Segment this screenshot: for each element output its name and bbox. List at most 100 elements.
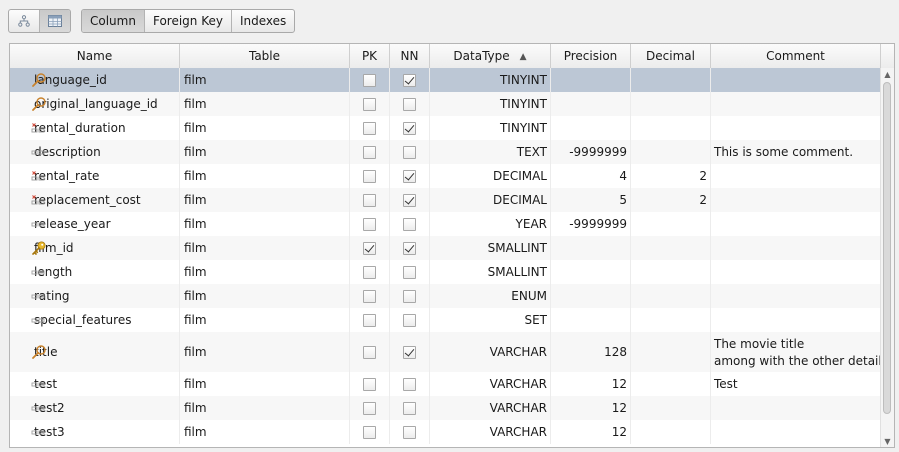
cell-name[interactable]: original_language_id (10, 92, 180, 116)
vertical-scrollbar[interactable]: ▲ ▼ (880, 68, 894, 447)
column-header-table[interactable]: Table (180, 44, 350, 68)
cell-datatype[interactable]: TEXT (430, 140, 551, 164)
cell-nn[interactable] (390, 284, 430, 308)
cell-pk[interactable] (350, 396, 390, 420)
table-row[interactable]: special_features film SET (10, 308, 881, 332)
cell-nn[interactable] (390, 92, 430, 116)
cell-datatype[interactable]: ENUM (430, 284, 551, 308)
cell-name[interactable]: test3 (10, 420, 180, 444)
cell-table[interactable]: film (180, 372, 350, 396)
cell-decimal[interactable] (631, 260, 711, 284)
table-row[interactable]: title film VARCHAR 128 The movie title among … (10, 332, 881, 372)
cell-pk[interactable] (350, 140, 390, 164)
cell-table[interactable]: film (180, 116, 350, 140)
cell-precision[interactable]: 12 (551, 372, 631, 396)
nn-checkbox[interactable] (403, 217, 416, 231)
pk-checkbox[interactable] (363, 169, 376, 183)
cell-precision[interactable] (551, 116, 631, 140)
column-header-pk[interactable]: PK (350, 44, 390, 68)
cell-nn[interactable] (390, 116, 430, 140)
pk-checkbox[interactable] (363, 377, 376, 391)
cell-pk[interactable] (350, 164, 390, 188)
cell-pk[interactable] (350, 308, 390, 332)
column-header-comment[interactable]: Comment (711, 44, 881, 68)
cell-precision[interactable]: 128 (551, 332, 631, 372)
cell-table[interactable]: film (180, 188, 350, 212)
cell-datatype[interactable]: SET (430, 308, 551, 332)
cell-comment[interactable] (711, 188, 881, 212)
nn-checkbox[interactable] (403, 425, 416, 439)
cell-decimal[interactable] (631, 116, 711, 140)
table-row[interactable]: original_language_id film TINYINT (10, 92, 881, 116)
cell-datatype[interactable]: SMALLINT (430, 236, 551, 260)
cell-datatype[interactable]: DECIMAL (430, 188, 551, 212)
cell-comment[interactable]: This is some comment. (711, 140, 881, 164)
table-row[interactable]: replacement_cost film DECIMAL 5 2 (10, 188, 881, 212)
nn-checkbox[interactable] (403, 377, 416, 391)
table-row[interactable]: test film VARCHAR 12 Test (10, 372, 881, 396)
cell-nn[interactable] (390, 396, 430, 420)
column-header-name[interactable]: Name (10, 44, 180, 68)
cell-precision[interactable]: 12 (551, 420, 631, 444)
nn-checkbox[interactable] (403, 169, 416, 183)
cell-table[interactable]: film (180, 332, 350, 372)
cell-nn[interactable] (390, 236, 430, 260)
nn-checkbox[interactable] (403, 121, 416, 135)
cell-nn[interactable] (390, 212, 430, 236)
grid-view-button[interactable] (40, 10, 70, 32)
cell-comment[interactable] (711, 236, 881, 260)
cell-comment[interactable] (711, 212, 881, 236)
cell-nn[interactable] (390, 68, 430, 92)
cell-pk[interactable] (350, 188, 390, 212)
cell-decimal[interactable] (631, 212, 711, 236)
table-row[interactable]: rental_rate film DECIMAL 4 2 (10, 164, 881, 188)
cell-comment[interactable] (711, 284, 881, 308)
nn-checkbox[interactable] (403, 73, 416, 87)
nn-checkbox[interactable] (403, 401, 416, 415)
cell-datatype[interactable]: VARCHAR (430, 332, 551, 372)
cell-table[interactable]: film (180, 236, 350, 260)
cell-decimal[interactable] (631, 420, 711, 444)
cell-nn[interactable] (390, 332, 430, 372)
cell-pk[interactable] (350, 260, 390, 284)
column-header-decimal[interactable]: Decimal (631, 44, 711, 68)
nn-checkbox[interactable] (403, 345, 416, 359)
cell-decimal[interactable]: 2 (631, 188, 711, 212)
tab-indexes[interactable]: Indexes (232, 10, 294, 32)
cell-pk[interactable] (350, 68, 390, 92)
cell-name[interactable]: title (10, 332, 180, 372)
nn-checkbox[interactable] (403, 265, 416, 279)
cell-comment[interactable] (711, 396, 881, 420)
table-row[interactable]: test3 film VARCHAR 12 (10, 420, 881, 444)
cell-comment[interactable] (711, 68, 881, 92)
cell-table[interactable]: film (180, 284, 350, 308)
table-row[interactable]: language_id film TINYINT (10, 68, 881, 92)
pk-checkbox[interactable] (363, 97, 376, 111)
cell-pk[interactable] (350, 284, 390, 308)
cell-decimal[interactable] (631, 236, 711, 260)
table-row[interactable]: release_year film YEAR -9999999 (10, 212, 881, 236)
cell-precision[interactable]: 4 (551, 164, 631, 188)
pk-checkbox[interactable] (363, 425, 376, 439)
cell-decimal[interactable] (631, 68, 711, 92)
cell-table[interactable]: film (180, 396, 350, 420)
cell-nn[interactable] (390, 164, 430, 188)
cell-datatype[interactable]: DECIMAL (430, 164, 551, 188)
scroll-down-icon[interactable]: ▼ (881, 435, 894, 447)
cell-name[interactable]: length (10, 260, 180, 284)
diagram-view-button[interactable] (9, 10, 40, 32)
pk-checkbox[interactable] (363, 121, 376, 135)
pk-checkbox[interactable] (363, 289, 376, 303)
pk-checkbox[interactable] (363, 345, 376, 359)
cell-name[interactable]: replacement_cost (10, 188, 180, 212)
pk-checkbox[interactable] (363, 145, 376, 159)
cell-datatype[interactable]: VARCHAR (430, 396, 551, 420)
table-row[interactable]: rental_duration film TINYINT (10, 116, 881, 140)
cell-datatype[interactable]: YEAR (430, 212, 551, 236)
cell-precision[interactable] (551, 68, 631, 92)
cell-decimal[interactable] (631, 92, 711, 116)
nn-checkbox[interactable] (403, 97, 416, 111)
pk-checkbox[interactable] (363, 217, 376, 231)
cell-comment[interactable] (711, 164, 881, 188)
pk-checkbox[interactable] (363, 193, 376, 207)
